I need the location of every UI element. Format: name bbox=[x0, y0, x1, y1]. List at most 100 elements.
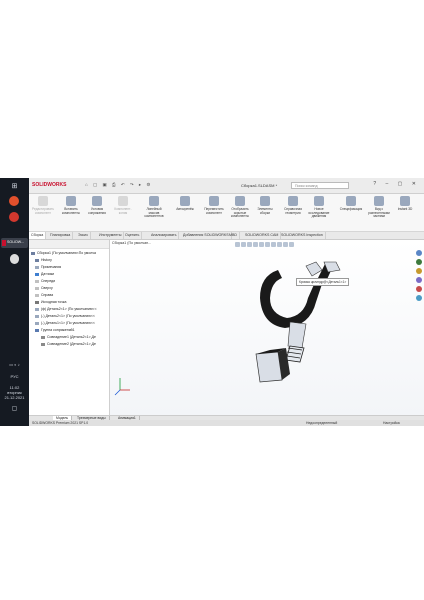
tab-3[interactable]: Инструменты bbox=[97, 232, 125, 239]
file-explorer-icon[interactable] bbox=[416, 268, 422, 274]
custom-properties-icon[interactable] bbox=[416, 295, 422, 301]
task-pane-tabs bbox=[416, 250, 423, 304]
tree-item-label: History bbox=[41, 258, 52, 262]
tree-item-icon bbox=[35, 272, 39, 276]
solidworks-taskbar-label: SOLIDW... bbox=[7, 240, 24, 244]
tree-item-label: Сборка1 (По умолчанию<По умолча bbox=[37, 251, 96, 255]
mail-icon[interactable] bbox=[9, 212, 19, 222]
ribbon-button-icon bbox=[235, 196, 245, 206]
appearances-icon[interactable] bbox=[416, 286, 422, 292]
ribbon-button-icon bbox=[180, 196, 190, 206]
tree-item[interactable]: History bbox=[29, 257, 115, 264]
ribbon-button-13[interactable]: Instant 3D bbox=[393, 196, 417, 229]
windows-start-icon[interactable]: ⊞ bbox=[0, 183, 29, 190]
tree-item-icon bbox=[41, 342, 45, 346]
part-clamp[interactable] bbox=[260, 261, 341, 349]
assembly-model[interactable] bbox=[110, 240, 424, 415]
tree-item[interactable]: Совпадение2 (Деталь2<1>,Де bbox=[29, 341, 121, 348]
design-library-icon[interactable] bbox=[416, 259, 422, 265]
notification-icon[interactable]: ▢ bbox=[0, 406, 29, 412]
ribbon-button-3[interactable]: Компонент-копия bbox=[111, 196, 135, 229]
ribbon-button-icon bbox=[209, 196, 219, 206]
tab-1[interactable]: Планировка bbox=[48, 232, 74, 239]
command-search-input[interactable]: Поиск команд bbox=[291, 182, 349, 189]
ribbon-button-label: Вид с разнесенными частями bbox=[368, 207, 390, 219]
solidworks-taskbar-button[interactable]: SOLIDW... bbox=[1, 238, 28, 248]
part-block[interactable] bbox=[255, 348, 290, 383]
tree-item-label: Справа bbox=[41, 293, 54, 297]
tree-item-icon bbox=[35, 293, 39, 297]
quick-access-toolbar[interactable]: ⌂ ▢ ▣ ⎙ ↶ ↷ ▸ ⚙ bbox=[85, 182, 152, 188]
tree-item-icon bbox=[31, 251, 35, 255]
tree-item[interactable]: Примечания bbox=[29, 264, 115, 271]
tree-item[interactable]: Исходная точка bbox=[29, 299, 115, 306]
language-indicator[interactable]: РУС bbox=[0, 374, 29, 379]
tree-item-label: (ф) Деталь2<1> (По умолчанию<< bbox=[41, 307, 97, 311]
tree-item-label: Совпадение2 (Деталь2<1>,Де bbox=[47, 342, 96, 346]
tab-0[interactable]: Сборка bbox=[29, 232, 47, 239]
ribbon-button-7[interactable]: Отобразить скрытые компоненты bbox=[228, 196, 252, 229]
tree-item[interactable]: (ф) Деталь2<1> (По умолчанию<< bbox=[29, 306, 115, 313]
tab-6[interactable]: Добавления SOLIDWORKS bbox=[181, 232, 232, 239]
tree-item-label: (-) Деталь1<1> (По умолчанию<< bbox=[41, 321, 95, 325]
tab-2[interactable]: Эскиз bbox=[76, 232, 91, 239]
tree-item-icon bbox=[35, 279, 39, 283]
browser-icon[interactable] bbox=[9, 196, 19, 206]
ribbon-button-icon bbox=[92, 196, 102, 206]
ribbon-button-label: Новое исследование движения bbox=[308, 207, 330, 219]
tab-7[interactable]: MBD bbox=[227, 232, 240, 239]
tree-item[interactable]: (-) Деталь1<1> (По умолчанию<< bbox=[29, 320, 115, 327]
status-customize[interactable]: Настройка bbox=[383, 420, 400, 426]
window-controls[interactable]: ? – ▢ ✕ bbox=[373, 181, 420, 187]
ribbon-button-1[interactable]: Вставить компоненты bbox=[59, 196, 83, 229]
title-bar: SOLIDWORKS ⌂ ▢ ▣ ⎙ ↶ ↷ ▸ ⚙ Сборка1.SLDAS… bbox=[29, 178, 424, 194]
ribbon-button-label: Переместить компонент bbox=[204, 207, 224, 215]
tree-item[interactable]: Спереди bbox=[29, 278, 115, 285]
view-palette-icon[interactable] bbox=[416, 277, 422, 283]
ribbon-button-10[interactable]: Новое исследование движения bbox=[307, 196, 331, 229]
tab-5[interactable]: Анализировать bbox=[149, 232, 180, 239]
ribbon-button-9[interactable]: Справочная геометрия bbox=[281, 196, 305, 229]
ribbon-button-0[interactable]: Редактировать компонент bbox=[31, 196, 55, 229]
ribbon-button-label: Отобразить скрытые компоненты bbox=[231, 207, 249, 219]
command-manager-ribbon: Редактировать компонент Вставить компонен… bbox=[29, 194, 424, 232]
tree-item-label: Датчики bbox=[41, 272, 55, 276]
ribbon-button-5[interactable]: Автокрепёж bbox=[173, 196, 197, 229]
tab-4[interactable]: Оценить bbox=[123, 232, 143, 239]
tree-item-icon bbox=[35, 300, 39, 304]
feature-manager-tree: Сборка1 (По умолчанию<По умолча History Пр… bbox=[29, 240, 110, 415]
tree-item-label: (-) Деталь2<1> (По умолчанию<< bbox=[41, 314, 95, 318]
tree-item-icon bbox=[35, 328, 39, 332]
ribbon-button-6[interactable]: Переместить компонент bbox=[202, 196, 226, 229]
tree-item-icon bbox=[35, 321, 39, 325]
tree-item-label: Совпадение1 (Деталь2<1>,Де bbox=[47, 335, 96, 339]
ribbon-button-11[interactable]: Спецификация bbox=[339, 196, 363, 229]
tree-item[interactable]: Совпадение1 (Деталь2<1>,Де bbox=[29, 334, 121, 341]
clock-date: 21.12.2021 bbox=[4, 395, 25, 400]
tree-item[interactable]: (-) Деталь2<1> (По умолчанию<< bbox=[29, 313, 115, 320]
tree-item[interactable]: Сборка1 (По умолчанию<По умолча bbox=[29, 250, 111, 257]
ribbon-button-8[interactable]: Элементы сборки bbox=[253, 196, 277, 229]
graphics-viewport[interactable]: Сборка1 (По умолчан... Кромка цилиндр@<Д… bbox=[110, 240, 424, 415]
tray-icons[interactable]: ▭ ◐ ♪ bbox=[0, 362, 29, 367]
tab-8[interactable]: SOLIDWORKS CAM bbox=[243, 232, 282, 239]
ribbon-button-12[interactable]: Вид с разнесенными частями bbox=[367, 196, 391, 229]
part-screw[interactable] bbox=[285, 345, 305, 363]
solidworks-icon bbox=[2, 240, 6, 246]
resources-icon[interactable] bbox=[416, 250, 422, 256]
ribbon-button-icon bbox=[288, 196, 298, 206]
tree-toolbar[interactable] bbox=[29, 240, 109, 249]
tree-item[interactable]: Группа сопряжений1 bbox=[29, 327, 115, 334]
solidworks-window: SOLIDWORKS ⌂ ▢ ▣ ⎙ ↶ ↷ ▸ ⚙ Сборка1.SLDAS… bbox=[29, 178, 424, 426]
tab-9[interactable]: SOLIDWORKS Inspection bbox=[279, 232, 326, 239]
app-icon[interactable] bbox=[10, 254, 19, 264]
tree-item-icon bbox=[41, 335, 45, 339]
tree-item[interactable]: Справа bbox=[29, 292, 115, 299]
ribbon-button-icon bbox=[149, 196, 159, 206]
tree-item[interactable]: Датчики bbox=[29, 271, 115, 278]
ribbon-button-icon bbox=[66, 196, 76, 206]
ribbon-button-icon bbox=[38, 196, 48, 206]
tree-item[interactable]: Сверху bbox=[29, 285, 115, 292]
ribbon-button-2[interactable]: Условия сопряжения bbox=[85, 196, 109, 229]
ribbon-button-4[interactable]: Линейный массив компонентов bbox=[142, 196, 166, 229]
